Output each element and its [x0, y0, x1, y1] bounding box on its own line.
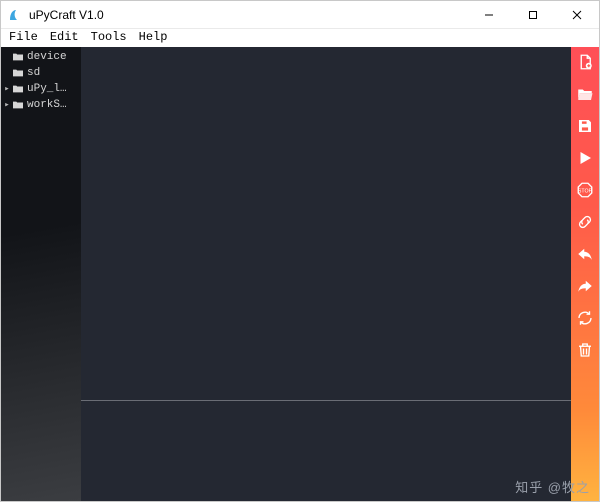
maximize-button[interactable] — [511, 1, 555, 29]
connect-button[interactable] — [574, 211, 596, 233]
menu-help[interactable]: Help — [135, 30, 172, 44]
terminal-area[interactable] — [81, 401, 571, 501]
chevron-right-icon: ▸ — [3, 100, 11, 110]
tree-label: device — [27, 51, 67, 63]
undo-button[interactable] — [574, 243, 596, 265]
folder-icon — [11, 100, 25, 110]
redo-button[interactable] — [574, 275, 596, 297]
new-file-button[interactable] — [574, 51, 596, 73]
tree-item-sd[interactable]: sd — [1, 65, 81, 81]
file-tree: device sd ▸ uPy_l… ▸ workS… — [1, 47, 81, 501]
menu-file[interactable]: File — [5, 30, 42, 44]
titlebar: uPyCraft V1.0 — [1, 1, 599, 29]
close-button[interactable] — [555, 1, 599, 29]
folder-icon — [11, 68, 25, 78]
sync-button[interactable] — [574, 307, 596, 329]
client-area: device sd ▸ uPy_l… ▸ workS… — [1, 47, 599, 501]
tree-item-workspace[interactable]: ▸ workS… — [1, 97, 81, 113]
clear-button[interactable] — [574, 339, 596, 361]
editor-area[interactable] — [81, 47, 571, 400]
download-run-button[interactable] — [574, 147, 596, 169]
open-file-button[interactable] — [574, 83, 596, 105]
editor-stack — [81, 47, 571, 501]
menubar: File Edit Tools Help — [1, 29, 599, 47]
tree-label: uPy_l… — [27, 83, 67, 95]
app-window: uPyCraft V1.0 File Edit Tools Help devic… — [0, 0, 600, 502]
window-title: uPyCraft V1.0 — [29, 8, 104, 22]
menu-edit[interactable]: Edit — [46, 30, 83, 44]
folder-icon — [11, 84, 25, 94]
stop-button[interactable]: STOP — [574, 179, 596, 201]
tree-item-device[interactable]: device — [1, 49, 81, 65]
folder-icon — [11, 52, 25, 62]
tree-label: workS… — [27, 99, 67, 111]
minimize-button[interactable] — [467, 1, 511, 29]
svg-text:STOP: STOP — [578, 188, 593, 194]
tree-label: sd — [27, 67, 40, 79]
app-icon — [7, 7, 23, 23]
menu-tools[interactable]: Tools — [87, 30, 131, 44]
chevron-right-icon: ▸ — [3, 84, 11, 94]
tree-item-upylib[interactable]: ▸ uPy_l… — [1, 81, 81, 97]
save-button[interactable] — [574, 115, 596, 137]
right-toolbar: STOP — [571, 47, 599, 501]
